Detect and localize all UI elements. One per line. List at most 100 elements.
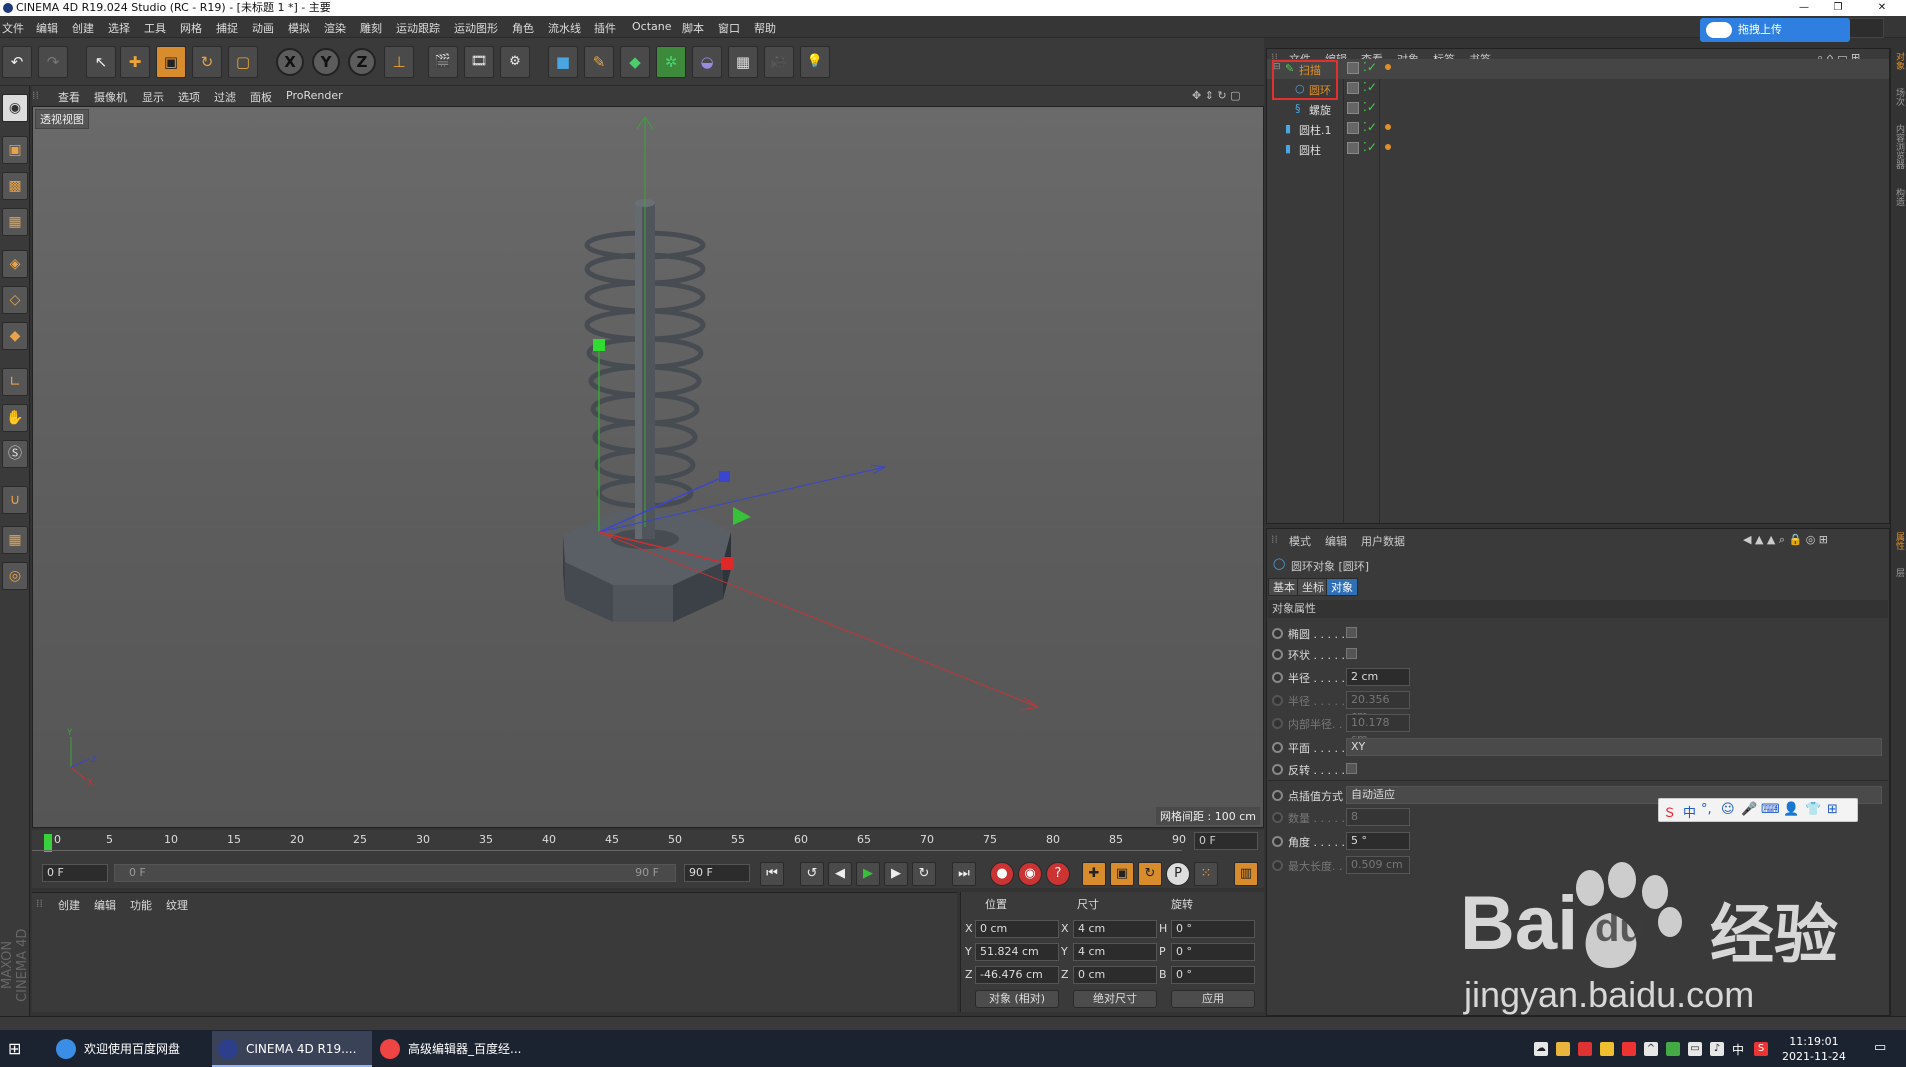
current-frame-field[interactable]: 0 F [1194,832,1258,850]
viewport-nav-icons[interactable]: ✥ ⇕ ↻ ▢ [1192,89,1241,102]
tab-basic[interactable]: 基本 [1268,578,1300,596]
angle-field[interactable]: 5 ° [1346,832,1410,850]
voice-icon[interactable]: 🎤 [1741,802,1757,817]
phong-tag-icon[interactable] [1385,124,1391,130]
goto-end-icon[interactable]: ⏭ [952,862,976,886]
anim-radio-icon[interactable] [1272,672,1283,683]
x-axis-lock-button[interactable]: X [276,48,304,76]
object-row-circle[interactable]: ○ 圆环 ⁚✓ [1267,79,1889,99]
key-scale-icon[interactable]: ▣ [1110,862,1134,886]
rot-b-field[interactable]: 0 ° [1171,966,1255,984]
prop-reverse[interactable]: 反转 . . . . . [1272,762,1872,778]
menu-render[interactable]: 渲染 [324,20,346,36]
menu-motion-tracking[interactable]: 运动跟踪 [396,20,440,36]
frame-range-slider[interactable]: 0 F 90 F [114,864,676,882]
tray-sogou-icon[interactable]: S [1754,1042,1768,1056]
menu-create[interactable]: 创建 [72,20,94,36]
timeline-ruler[interactable]: 0 5 10 15 20 25 30 35 40 45 50 55 60 65 … [32,830,1264,858]
texture-mode-icon[interactable]: ▩ [2,172,28,200]
vp-menu-display[interactable]: 显示 [142,89,164,105]
apply-button[interactable]: 应用 [1171,990,1255,1008]
mat-menu-texture[interactable]: 纹理 [166,897,188,913]
layer-swatch[interactable] [1347,122,1359,134]
menu-mograph[interactable]: 运动图形 [454,20,498,36]
tray-folder-icon[interactable] [1556,1042,1570,1056]
undo-button[interactable]: ↶ [2,46,32,78]
layer-swatch[interactable] [1347,142,1359,154]
menu-tools[interactable]: 工具 [144,20,166,36]
right-tab-takes[interactable]: 场次 [1893,88,1906,106]
tray-qq-icon[interactable] [1578,1042,1592,1056]
next-key-icon[interactable]: ↻ [912,862,936,886]
size-y-field[interactable]: 4 cm [1073,943,1157,961]
plane-select[interactable]: XY [1346,738,1882,756]
polygons-mode-icon[interactable]: ◆ [2,322,28,350]
camera-button[interactable]: 🎥 [764,46,794,78]
prev-frame-icon[interactable]: ◀ [828,862,852,886]
radius-field[interactable]: 2 cm [1346,668,1410,686]
points-mode-icon[interactable]: ◈ [2,250,28,278]
enabled-check-icon[interactable]: ⁚✓ [1363,100,1377,114]
goto-start-icon[interactable]: ⏮ [760,862,784,886]
cloner-button[interactable]: ✲ [656,46,686,78]
prop-angle[interactable]: 角度 . . . . . 5 ° [1272,832,1872,850]
object-name[interactable]: 螺旋 [1309,102,1331,118]
size-x-field[interactable]: 4 cm [1073,920,1157,938]
workplane-lock-icon[interactable]: ▦ [2,526,28,554]
menu-pipeline[interactable]: 流水线 [548,20,581,36]
tray-ime-label[interactable]: 中 [1732,1041,1744,1058]
menu-edit[interactable]: 编辑 [36,20,58,36]
menu-help[interactable]: 帮助 [754,20,776,36]
mat-menu-create[interactable]: 创建 [58,897,80,913]
object-row-helix[interactable]: § 螺旋 ⁚✓ [1267,99,1889,119]
scale-tool-button[interactable]: ▣ [156,46,186,78]
workplane-mode-icon[interactable]: ▦ [2,208,28,236]
rot-p-field[interactable]: 0 ° [1171,943,1255,961]
object-row-sweep[interactable]: ⊟ ✎ 扫描 ⁚✓ [1267,59,1889,79]
magnet-icon[interactable]: ∪ [2,486,28,514]
upload-button[interactable]: 拖拽上传 [1700,18,1850,42]
menu-window[interactable]: 窗口 [718,20,740,36]
size-mode-select[interactable]: 绝对尺寸 [1073,990,1157,1008]
pos-y-field[interactable]: 51.824 cm [975,943,1059,961]
last-tool-button[interactable]: ▢ [228,46,258,78]
key-pla-icon[interactable]: ⁙ [1194,862,1218,886]
right-tab-objects[interactable]: 对象 [1893,52,1906,70]
windows-start-icon[interactable]: ⊞ [8,1039,21,1058]
menu-character[interactable]: 角色 [512,20,534,36]
ime-toolbar[interactable]: Ｓ 中 °, ☺ 🎤 ⌨ 👤 👕 ⊞ [1658,798,1858,822]
menu-simulate[interactable]: 模拟 [288,20,310,36]
anim-radio-icon[interactable] [1272,764,1283,775]
pen-spline-button[interactable]: ✎ [584,46,614,78]
phong-tag-icon[interactable] [1385,144,1391,150]
render-settings-button[interactable]: ⚙ [500,46,530,78]
taskbar-chrome[interactable]: 高级编辑器_百度经... [374,1031,534,1067]
axis-mode-icon[interactable]: ∟ [2,368,28,396]
prop-plane[interactable]: 平面 . . . . . XY [1272,738,1884,756]
enabled-check-icon[interactable]: ⁚✓ [1363,60,1377,74]
ime-lang-label[interactable]: 中 [1683,802,1696,821]
tray-security-icon[interactable] [1600,1042,1614,1056]
right-tab-content-browser[interactable]: 内容浏览器 [1893,124,1906,169]
phong-tag-icon[interactable] [1385,64,1391,70]
start-frame-field[interactable]: 0 F [42,864,108,882]
user-icon[interactable]: 👤 [1783,802,1799,817]
menu-plugins[interactable]: 插件 [594,20,616,36]
object-row-cylinder[interactable]: ▮ 圆柱 ⁚✓ [1267,139,1889,159]
notification-icon[interactable]: ▭ [1874,1040,1886,1055]
tray-chevron-icon[interactable]: ^ [1644,1042,1658,1056]
pos-x-field[interactable]: 0 cm [975,920,1059,938]
tray-app-icon[interactable] [1622,1042,1636,1056]
tray-volume-icon[interactable]: ♪ [1710,1042,1724,1056]
emoji-icon[interactable]: ☺ [1721,802,1735,817]
taskbar-baidu-netdisk[interactable]: 欢迎使用百度网盘 [50,1031,210,1067]
right-tab-structure[interactable]: 构造 [1893,188,1906,206]
anim-radio-icon[interactable] [1272,742,1283,753]
enabled-check-icon[interactable]: ⁚✓ [1363,80,1377,94]
make-editable-icon[interactable]: ◉ [2,94,28,122]
anim-radio-icon[interactable] [1272,836,1283,847]
close-icon[interactable]: ✕ [1868,0,1896,16]
model-mode-icon[interactable]: ▣ [2,136,28,164]
next-frame-icon[interactable]: ▶ [884,862,908,886]
tray-network-icon[interactable]: ▭ [1688,1042,1702,1056]
